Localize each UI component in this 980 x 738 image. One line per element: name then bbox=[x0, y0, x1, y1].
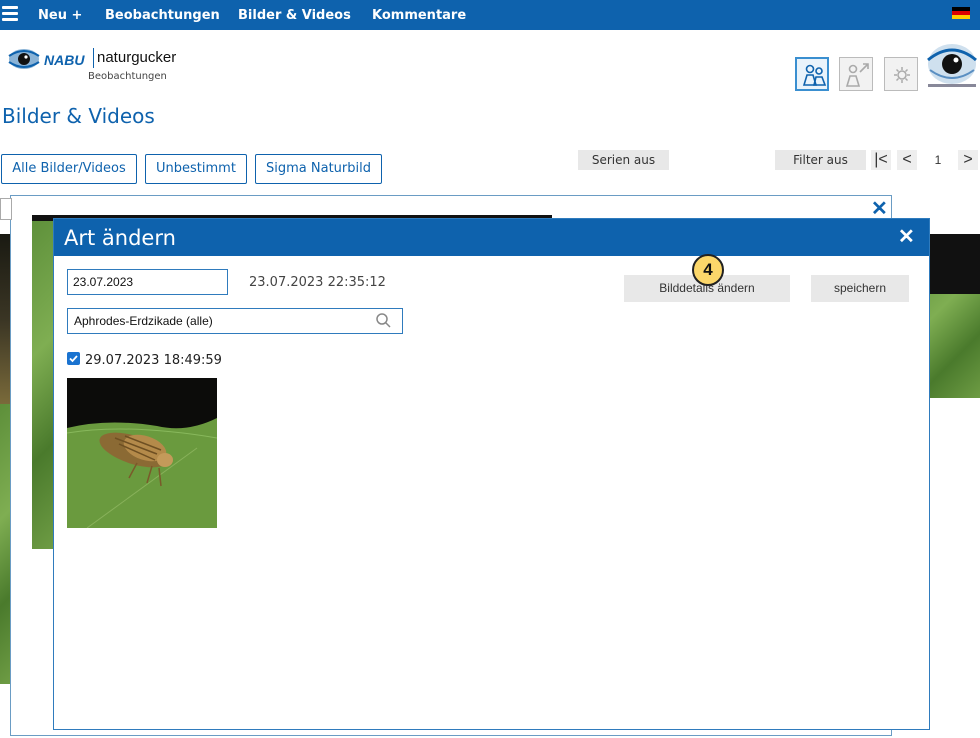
nav-comments[interactable]: Kommentare bbox=[372, 8, 466, 23]
nav-observations[interactable]: Beobachtungen bbox=[105, 8, 220, 23]
series-off-button[interactable]: Serien aus bbox=[578, 150, 669, 170]
nabu-wordmark: NABU bbox=[44, 52, 85, 68]
settings-button[interactable] bbox=[884, 57, 918, 91]
observation-thumbnail[interactable] bbox=[67, 378, 217, 528]
step-number-badge: 4 bbox=[692, 254, 724, 286]
sigma-naturbild-button[interactable]: Sigma Naturbild bbox=[255, 154, 382, 184]
top-navbar: Neu + Beobachtungen Bilder & Videos Komm… bbox=[0, 0, 980, 30]
user-external-icon bbox=[845, 63, 869, 87]
image-select-checkbox[interactable] bbox=[67, 352, 80, 365]
modal-title: Art ändern bbox=[64, 226, 176, 250]
pager-current-page: 1 bbox=[923, 150, 953, 170]
pager-next-button[interactable]: > bbox=[958, 150, 978, 170]
save-button[interactable]: speichern bbox=[811, 275, 909, 302]
filter-off-button[interactable]: Filter aus bbox=[775, 150, 866, 170]
change-species-modal: Art ändern ✕ 23.07.2023 23.07.2023 22:35… bbox=[53, 218, 930, 730]
image-datetime-label: 29.07.2023 18:49:59 bbox=[85, 353, 222, 368]
gear-icon bbox=[894, 67, 910, 83]
undetermined-button[interactable]: Unbestimmt bbox=[145, 154, 247, 184]
people-icon bbox=[802, 64, 827, 86]
dialog-image-strip bbox=[32, 215, 54, 549]
nav-new[interactable]: Neu + bbox=[38, 8, 82, 23]
menu-icon[interactable] bbox=[2, 6, 18, 22]
logo-divider bbox=[93, 48, 94, 68]
page-title: Bilder & Videos bbox=[2, 104, 155, 128]
nav-images-videos[interactable]: Bilder & Videos bbox=[238, 8, 351, 23]
modal-header: Art ändern ✕ bbox=[54, 219, 929, 256]
german-flag-icon[interactable] bbox=[952, 7, 970, 19]
nabu-eye-logo-icon[interactable] bbox=[8, 44, 40, 74]
underlying-input bbox=[0, 198, 12, 220]
search-icon[interactable] bbox=[375, 312, 393, 330]
observation-datetime: 23.07.2023 22:35:12 bbox=[249, 275, 386, 290]
logo-subtitle: Beobachtungen bbox=[88, 71, 167, 82]
date-field[interactable]: 23.07.2023 bbox=[67, 269, 228, 295]
community-button[interactable] bbox=[795, 57, 829, 91]
pager-prev-button[interactable]: < bbox=[897, 150, 917, 170]
profile-link-button[interactable] bbox=[839, 57, 873, 91]
gallery-image[interactable] bbox=[0, 234, 10, 404]
gallery-image[interactable] bbox=[0, 404, 10, 684]
close-icon[interactable]: ✕ bbox=[898, 224, 915, 249]
gallery-image[interactable] bbox=[930, 234, 980, 398]
pager-first-button[interactable]: |< bbox=[871, 150, 891, 170]
naturgucker-wordmark: naturgucker bbox=[97, 49, 177, 66]
species-search-input[interactable]: Aphrodes-Erdzikade (alle) bbox=[67, 308, 403, 334]
naturgucker-eye-logo-icon[interactable] bbox=[926, 40, 978, 90]
all-images-videos-button[interactable]: Alle Bilder/Videos bbox=[1, 154, 137, 184]
checkmark-icon bbox=[69, 355, 78, 363]
